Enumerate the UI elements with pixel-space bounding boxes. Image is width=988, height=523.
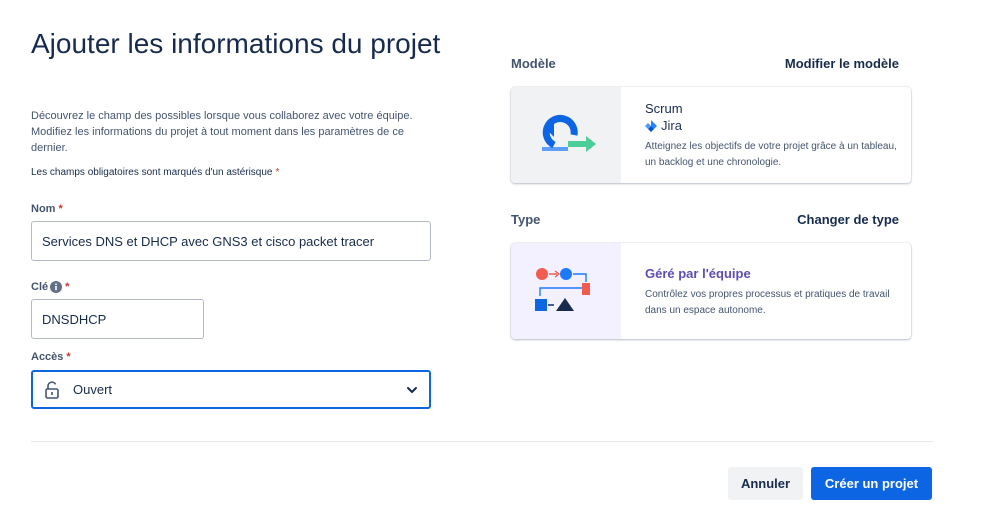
name-label: Nom *	[31, 203, 63, 215]
key-label: Clé *	[31, 281, 69, 293]
workflow-icon	[535, 268, 590, 311]
intro-text: Découvrez le champ des possibles lorsque…	[31, 110, 413, 154]
create-project-button[interactable]: Créer un projet	[811, 467, 932, 500]
type-section-label: Type	[511, 212, 541, 227]
access-label: Accès *	[31, 351, 71, 363]
project-name-input[interactable]: Services DNS et DHCP avec GNS3 et cisco …	[31, 221, 431, 261]
change-type-button[interactable]: Changer de type	[797, 212, 899, 227]
name-label-text: Nom	[31, 203, 56, 215]
change-template-button[interactable]: Modifier le modèle	[785, 56, 899, 71]
project-type-description: Contrôlez vos propres processus et prati…	[645, 289, 890, 316]
access-select-value: Ouvert	[73, 382, 113, 397]
team-managed-illustration	[511, 243, 621, 339]
template-card-description: Atteignez les objectifs de votre projet …	[645, 141, 897, 168]
info-icon[interactable]	[50, 281, 63, 293]
required-asterisk: *	[65, 281, 70, 293]
scrum-icon	[542, 114, 596, 152]
chevron-down-icon	[407, 386, 417, 393]
access-select[interactable]: Ouvert	[31, 370, 431, 409]
access-label-text: Accès	[31, 351, 64, 363]
footer-divider	[31, 441, 933, 442]
project-type-title: Géré par l'équipe	[645, 266, 751, 281]
product-name: Jira	[661, 118, 682, 133]
scrum-illustration	[511, 87, 621, 183]
template-section-label: Modèle	[511, 56, 556, 71]
product-label: Jira	[645, 118, 899, 133]
required-note-text: Les champs obligatoires sont marqués d'u…	[31, 167, 273, 178]
type-section-header: Type Changer de type	[511, 212, 899, 227]
template-card-title: Scrum	[645, 101, 683, 116]
page-title: Ajouter les informations du projet	[31, 28, 441, 59]
jira-icon	[645, 119, 657, 132]
key-label-text: Clé	[31, 281, 49, 293]
project-key-input[interactable]: DNSDHCP	[31, 299, 204, 339]
required-asterisk: *	[66, 351, 71, 363]
template-section-header: Modèle Modifier le modèle	[511, 56, 899, 71]
required-note: Les champs obligatoires sont marqués d'u…	[31, 167, 279, 178]
lock-open-icon	[45, 380, 59, 399]
cancel-button[interactable]: Annuler	[728, 467, 803, 500]
project-type-card[interactable]: Géré par l'équipe Contrôlez vos propres …	[511, 243, 911, 339]
required-asterisk: *	[58, 203, 63, 215]
template-card-scrum[interactable]: Scrum Jira Atteignez les objectifs de vo…	[511, 87, 911, 183]
required-asterisk: *	[275, 167, 280, 178]
